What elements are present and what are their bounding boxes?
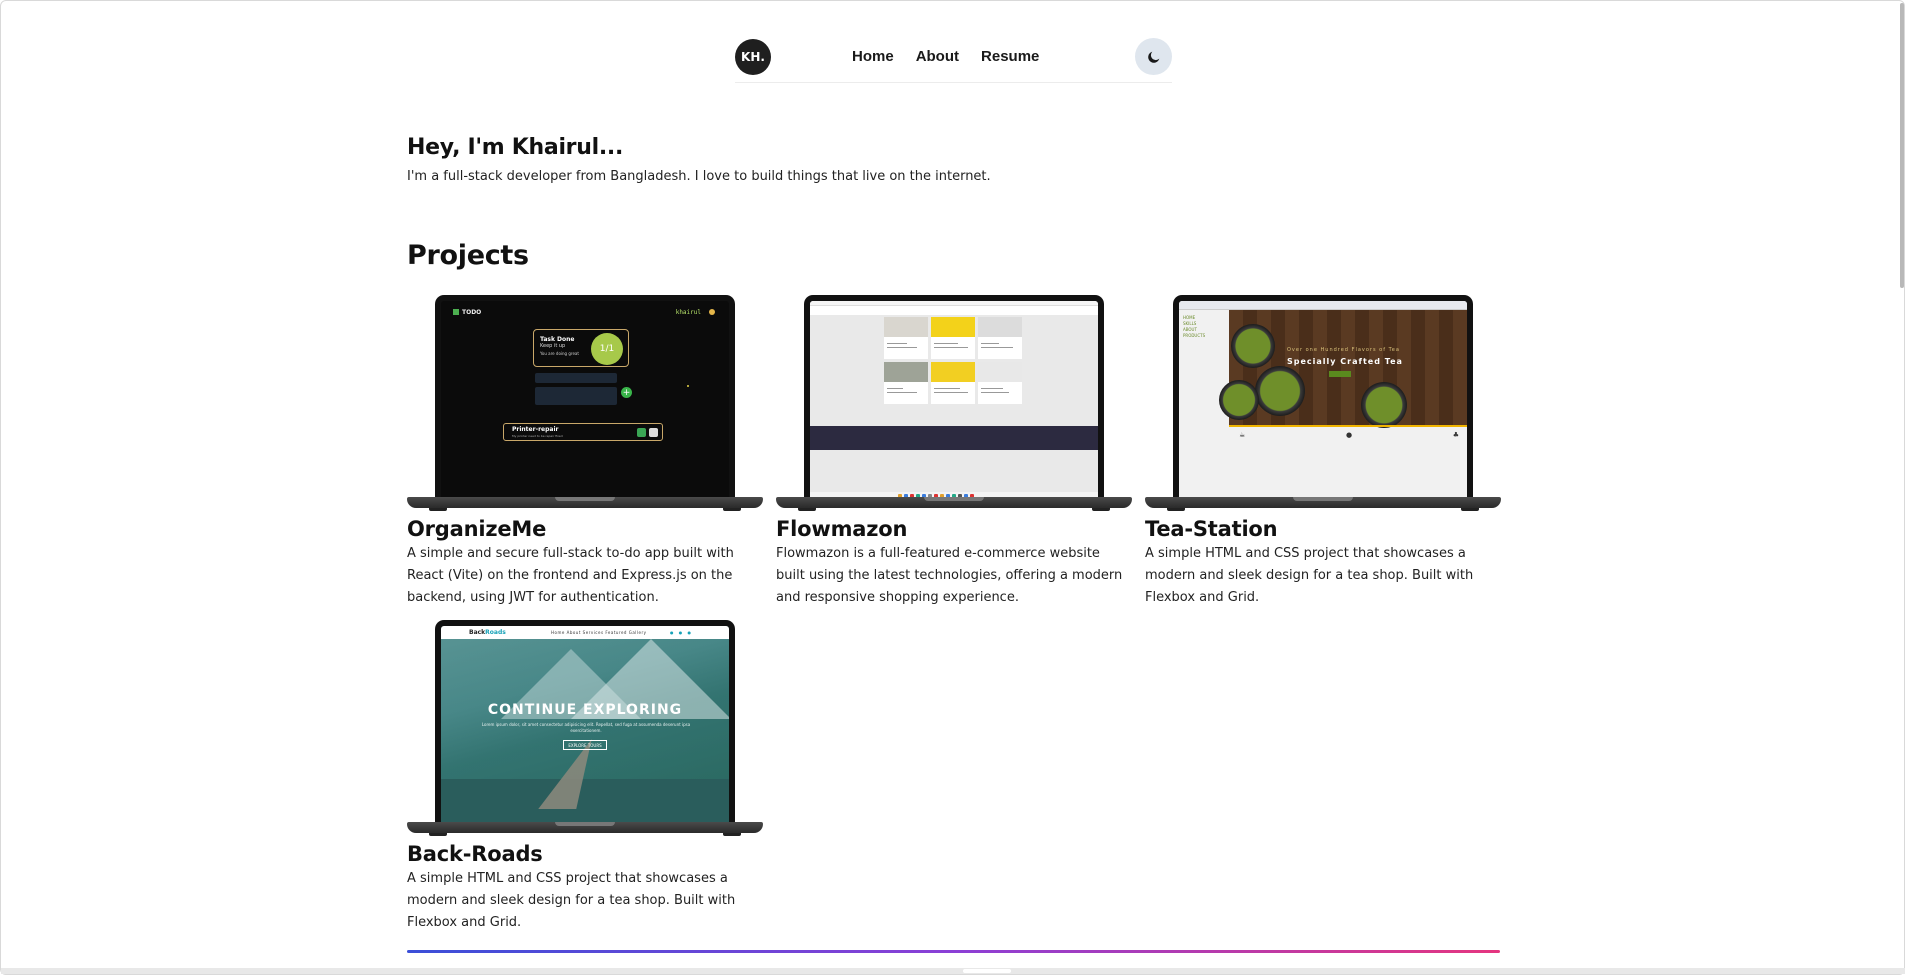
preview-screen: HOME SKILLS ABOUT PRODUCTS Over one Hund… — [1179, 301, 1467, 499]
project-title[interactable]: Flowmazon — [776, 517, 1132, 541]
project-description: A simple HTML and CSS project that showc… — [1145, 546, 1474, 605]
project-card-tea-station: HOME SKILLS ABOUT PRODUCTS Over one Hund… — [1145, 295, 1501, 609]
task-title: Printer-repair — [512, 426, 559, 433]
theme-toggle-button[interactable] — [1135, 38, 1172, 75]
preview-hero: Over one Hundred Flavors of Tea Speciall… — [1219, 310, 1467, 428]
project-title[interactable]: Back-Roads — [407, 842, 763, 866]
product-card — [931, 362, 975, 404]
preview-footer — [810, 426, 1098, 450]
top-navbar: KH. Home About Resume — [735, 33, 1172, 83]
delete-icon — [649, 428, 658, 437]
horizontal-scrollbar[interactable] — [1, 968, 1905, 974]
nav-link-about[interactable]: About — [916, 48, 959, 65]
product-card — [884, 362, 928, 404]
done-subtitle: Keep it up — [540, 343, 566, 349]
kettle-icon: ● — [1345, 431, 1353, 439]
preview-brand: TODO — [453, 309, 481, 316]
preview-textarea — [535, 387, 617, 405]
project-preview-back-roads[interactable]: BackRoads Home About Services Featured G… — [407, 620, 763, 836]
product-card — [884, 317, 928, 359]
nav-link-resume[interactable]: Resume — [981, 48, 1039, 65]
task-item: Printer-repair My printer need to be rep… — [503, 423, 663, 441]
preview-input — [535, 373, 617, 383]
task-done-card: Task Done Keep it up You are doing great… — [533, 329, 629, 367]
task-subtitle: My printer need to be repair fixed — [512, 434, 563, 438]
intro-text: I'm a full-stack developer from Banglade… — [407, 169, 991, 184]
project-card-organizeme: TODO khairul Task Done Keep it up You ar… — [407, 295, 763, 609]
section-divider — [407, 950, 1500, 953]
done-note: You are doing great — [540, 351, 579, 356]
preview-user: khairul — [675, 309, 701, 316]
logo[interactable]: KH. — [735, 39, 771, 75]
page-scrollbar[interactable] — [1900, 3, 1904, 288]
done-title: Task Done — [540, 336, 575, 343]
project-preview-organizeme[interactable]: TODO khairul Task Done Keep it up You ar… — [407, 295, 763, 511]
project-description: Flowmazon is a full-featured e-commerce … — [776, 546, 1123, 605]
leaf-icon: ♣ — [1452, 431, 1459, 439]
project-preview-flowmazon[interactable] — [776, 295, 1132, 511]
product-card — [931, 317, 975, 359]
project-title[interactable]: OrganizeMe — [407, 517, 763, 541]
preview-screen — [810, 301, 1098, 499]
project-preview-tea-station[interactable]: HOME SKILLS ABOUT PRODUCTS Over one Hund… — [1145, 295, 1501, 511]
project-card-back-roads: BackRoads Home About Services Featured G… — [407, 620, 763, 934]
project-description: A simple HTML and CSS project that showc… — [407, 871, 736, 930]
product-grid — [884, 317, 1022, 404]
plus-icon: + — [621, 387, 632, 398]
intro-heading: Hey, I'm Khairul... — [407, 135, 624, 160]
product-card — [978, 362, 1022, 404]
preview-screen: TODO khairul Task Done Keep it up You ar… — [441, 301, 729, 499]
nav-links: Home About Resume — [852, 48, 1061, 65]
nav-link-home[interactable]: Home — [852, 48, 894, 65]
product-card — [978, 317, 1022, 359]
projects-heading: Projects — [407, 240, 529, 271]
avatar — [709, 309, 715, 315]
project-card-flowmazon: Flowmazon Flowmazon is a full-featured e… — [776, 295, 1132, 609]
cup-icon: ☕ — [1239, 431, 1246, 439]
project-description: A simple and secure full-stack to-do app… — [407, 546, 734, 605]
browser-viewport: KH. Home About Resume Hey, I'm Khairul..… — [0, 0, 1905, 975]
preview-screen: BackRoads Home About Services Featured G… — [441, 626, 729, 824]
preview-side-nav: HOME SKILLS ABOUT PRODUCTS — [1183, 315, 1206, 338]
moon-icon — [1147, 51, 1159, 63]
project-title[interactable]: Tea-Station — [1145, 517, 1501, 541]
preview-navbar: BackRoads Home About Services Featured G… — [441, 626, 729, 639]
edit-icon — [637, 428, 646, 437]
progress-circle: 1/1 — [591, 333, 623, 365]
